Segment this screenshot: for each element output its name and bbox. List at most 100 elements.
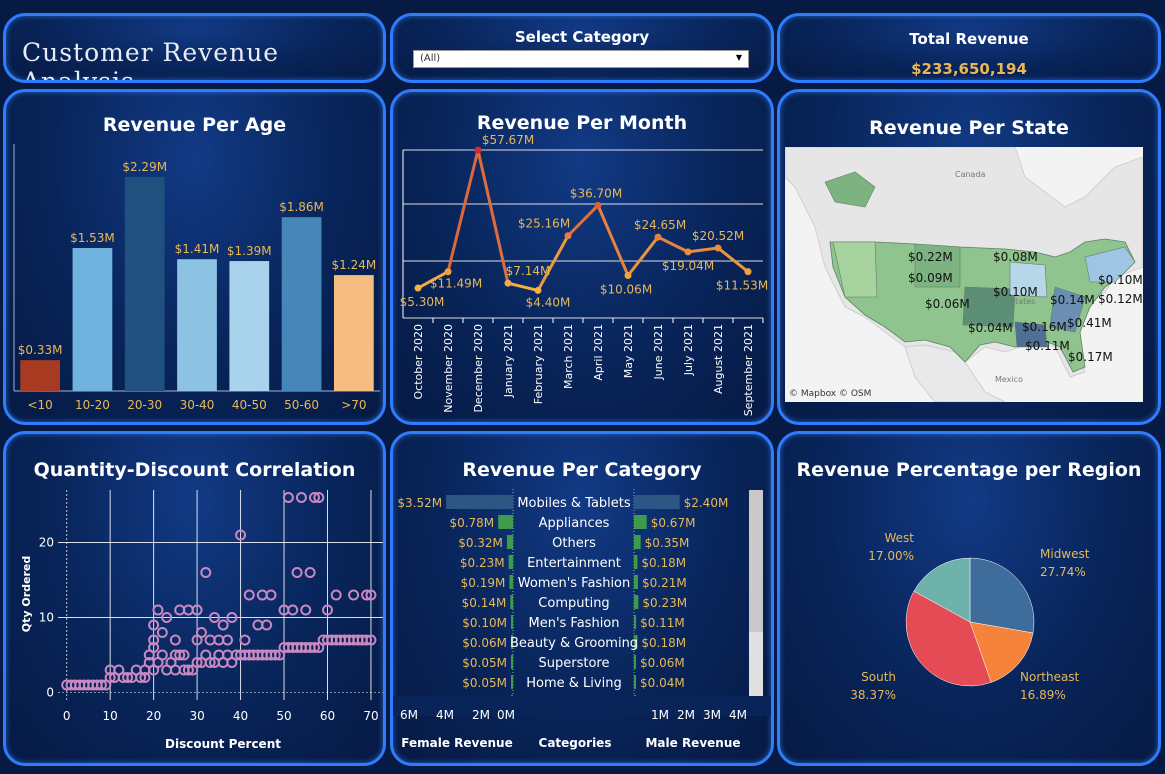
male-tick-label: 2M (677, 708, 695, 722)
month-tick-label: February 2021 (532, 324, 545, 404)
age-tick-label: 50-60 (284, 398, 319, 412)
female-revenue-bar (510, 595, 513, 609)
month-point-label: $36.70M (570, 186, 622, 200)
month-tick-label: June 2021 (652, 324, 665, 380)
female-revenue-label: $0.23M (460, 556, 505, 570)
scatter-point (204, 634, 216, 646)
age-bar (333, 275, 374, 391)
month-tick-label: August 2021 (712, 324, 725, 394)
month-point (564, 232, 572, 240)
scatter-point (295, 492, 307, 503)
age-tick-label: 30-40 (180, 398, 215, 412)
month-point (594, 201, 602, 209)
scatter-point (200, 567, 212, 578)
category-scrollbar[interactable] (749, 490, 763, 696)
age-tick-label: <10 (27, 398, 52, 412)
female-revenue-label: $0.14M (462, 596, 507, 610)
age-bar (177, 259, 217, 391)
age-bar-label: $1.24M (331, 258, 376, 272)
female-revenue-label: $0.78M (449, 516, 494, 530)
us-state-map[interactable]: Canada Mexico States $0.22M $0.08M $0.09… (785, 147, 1143, 402)
age-bar-label: $1.39M (227, 244, 272, 258)
male-revenue-header: Male Revenue (645, 736, 740, 750)
state-label: $0.11M (1025, 339, 1070, 353)
scatter-point (213, 634, 225, 646)
pie-slice (969, 557, 1035, 634)
male-revenue-label: $0.04M (640, 676, 685, 690)
category-name: Computing (538, 596, 609, 611)
female-revenue-label: $0.05M (462, 676, 507, 690)
y-tick-label: 0 (46, 686, 54, 700)
female-revenue-bar (446, 495, 513, 509)
category-name: Women's Fashion (518, 576, 631, 591)
male-revenue-label: $0.18M (641, 556, 686, 570)
category-name: Men's Fashion (529, 616, 620, 631)
male-revenue-bar (634, 675, 636, 689)
x-tick-label: 10 (103, 709, 118, 723)
month-tick-label: November 2020 (442, 324, 455, 413)
revenue-per-region-panel: Revenue Percentage per Region Midwest 27.… (777, 431, 1161, 766)
male-revenue-label: $0.35M (645, 536, 690, 550)
category-name: Others (552, 536, 596, 551)
male-revenue-bar (634, 655, 636, 669)
male-tick-label: 3M (703, 708, 721, 722)
month-point-label: $7.14M (506, 264, 551, 278)
scatter-point (222, 634, 234, 646)
month-point (744, 268, 752, 276)
month-tick-label: January 2021 (502, 324, 515, 398)
month-point-label: $24.65M (634, 218, 686, 232)
revenue-per-age-chart: $0.33M <10 $1.53M 10-20 $2.29M 20-30 $1.41M 30-… (13, 144, 380, 412)
quantity-discount-chart: 0 10 20 30 40 50 60 70 0 10 20 Discount Percent Qty … (20, 490, 383, 751)
month-line-segment (716, 246, 750, 274)
age-bar-label: $0.33M (18, 343, 63, 357)
chevron-down-icon[interactable]: ▼ (736, 53, 742, 62)
state-label: $0.14M (1050, 293, 1095, 307)
month-point (684, 248, 692, 256)
female-tick-label: 4M (436, 708, 454, 722)
map-credit: © Mapbox © OSM (789, 389, 872, 399)
category-select-value: (All) (420, 53, 441, 64)
category-scrollbar-thumb[interactable] (749, 490, 763, 632)
male-revenue-bar (634, 495, 680, 509)
month-point (654, 233, 662, 241)
male-revenue-bar (634, 515, 647, 529)
female-revenue-bar (511, 615, 513, 629)
category-select[interactable]: (All) ▼ (413, 50, 749, 68)
age-bar-label: $1.41M (175, 242, 220, 256)
month-point (624, 272, 632, 280)
age-tick-label: 10-20 (75, 398, 110, 412)
male-revenue-bar (634, 615, 637, 629)
month-tick-label: October 2020 (412, 324, 425, 400)
x-tick-label: 0 (63, 709, 71, 723)
scatter-point (182, 604, 194, 616)
male-revenue-label: $2.40M (684, 496, 729, 510)
female-revenue-label: $0.05M (462, 656, 507, 670)
month-line-segment (506, 281, 540, 292)
month-point (444, 268, 452, 276)
pie-slice-percent: 16.89% (1020, 688, 1066, 702)
y-axis-title: Qty Ordered (20, 556, 33, 632)
male-revenue-label: $0.11M (640, 616, 685, 630)
female-revenue-bar (511, 655, 513, 669)
month-tick-label: May 2021 (622, 324, 635, 378)
revenue-per-region-chart: Midwest 27.74% Northeast 16.89% South 38.37% W… (850, 531, 1090, 702)
male-revenue-label: $0.67M (651, 516, 696, 530)
month-line-segment (686, 246, 720, 254)
total-revenue-panel: Total Revenue $233,650,194 (777, 13, 1161, 83)
state-label: $0.10M (1098, 273, 1143, 287)
total-revenue-value: $233,650,194 (911, 60, 1027, 78)
female-revenue-label: $0.32M (458, 536, 503, 550)
male-revenue-bar (634, 595, 639, 609)
pie-slice-name: Northeast (1020, 670, 1080, 684)
month-point (534, 286, 542, 294)
pie-slice-percent: 27.74% (1040, 565, 1086, 579)
pie-slice-name: South (861, 670, 896, 684)
x-tick-label: 70 (363, 709, 378, 723)
month-point-label: $5.30M (400, 295, 445, 309)
female-revenue-bar (509, 575, 513, 589)
scatter-point (261, 619, 273, 631)
age-tick-label: 20-30 (127, 398, 162, 412)
scatter-point (169, 634, 181, 646)
month-tick-label: March 2021 (562, 324, 575, 389)
x-tick-label: 60 (320, 709, 335, 723)
